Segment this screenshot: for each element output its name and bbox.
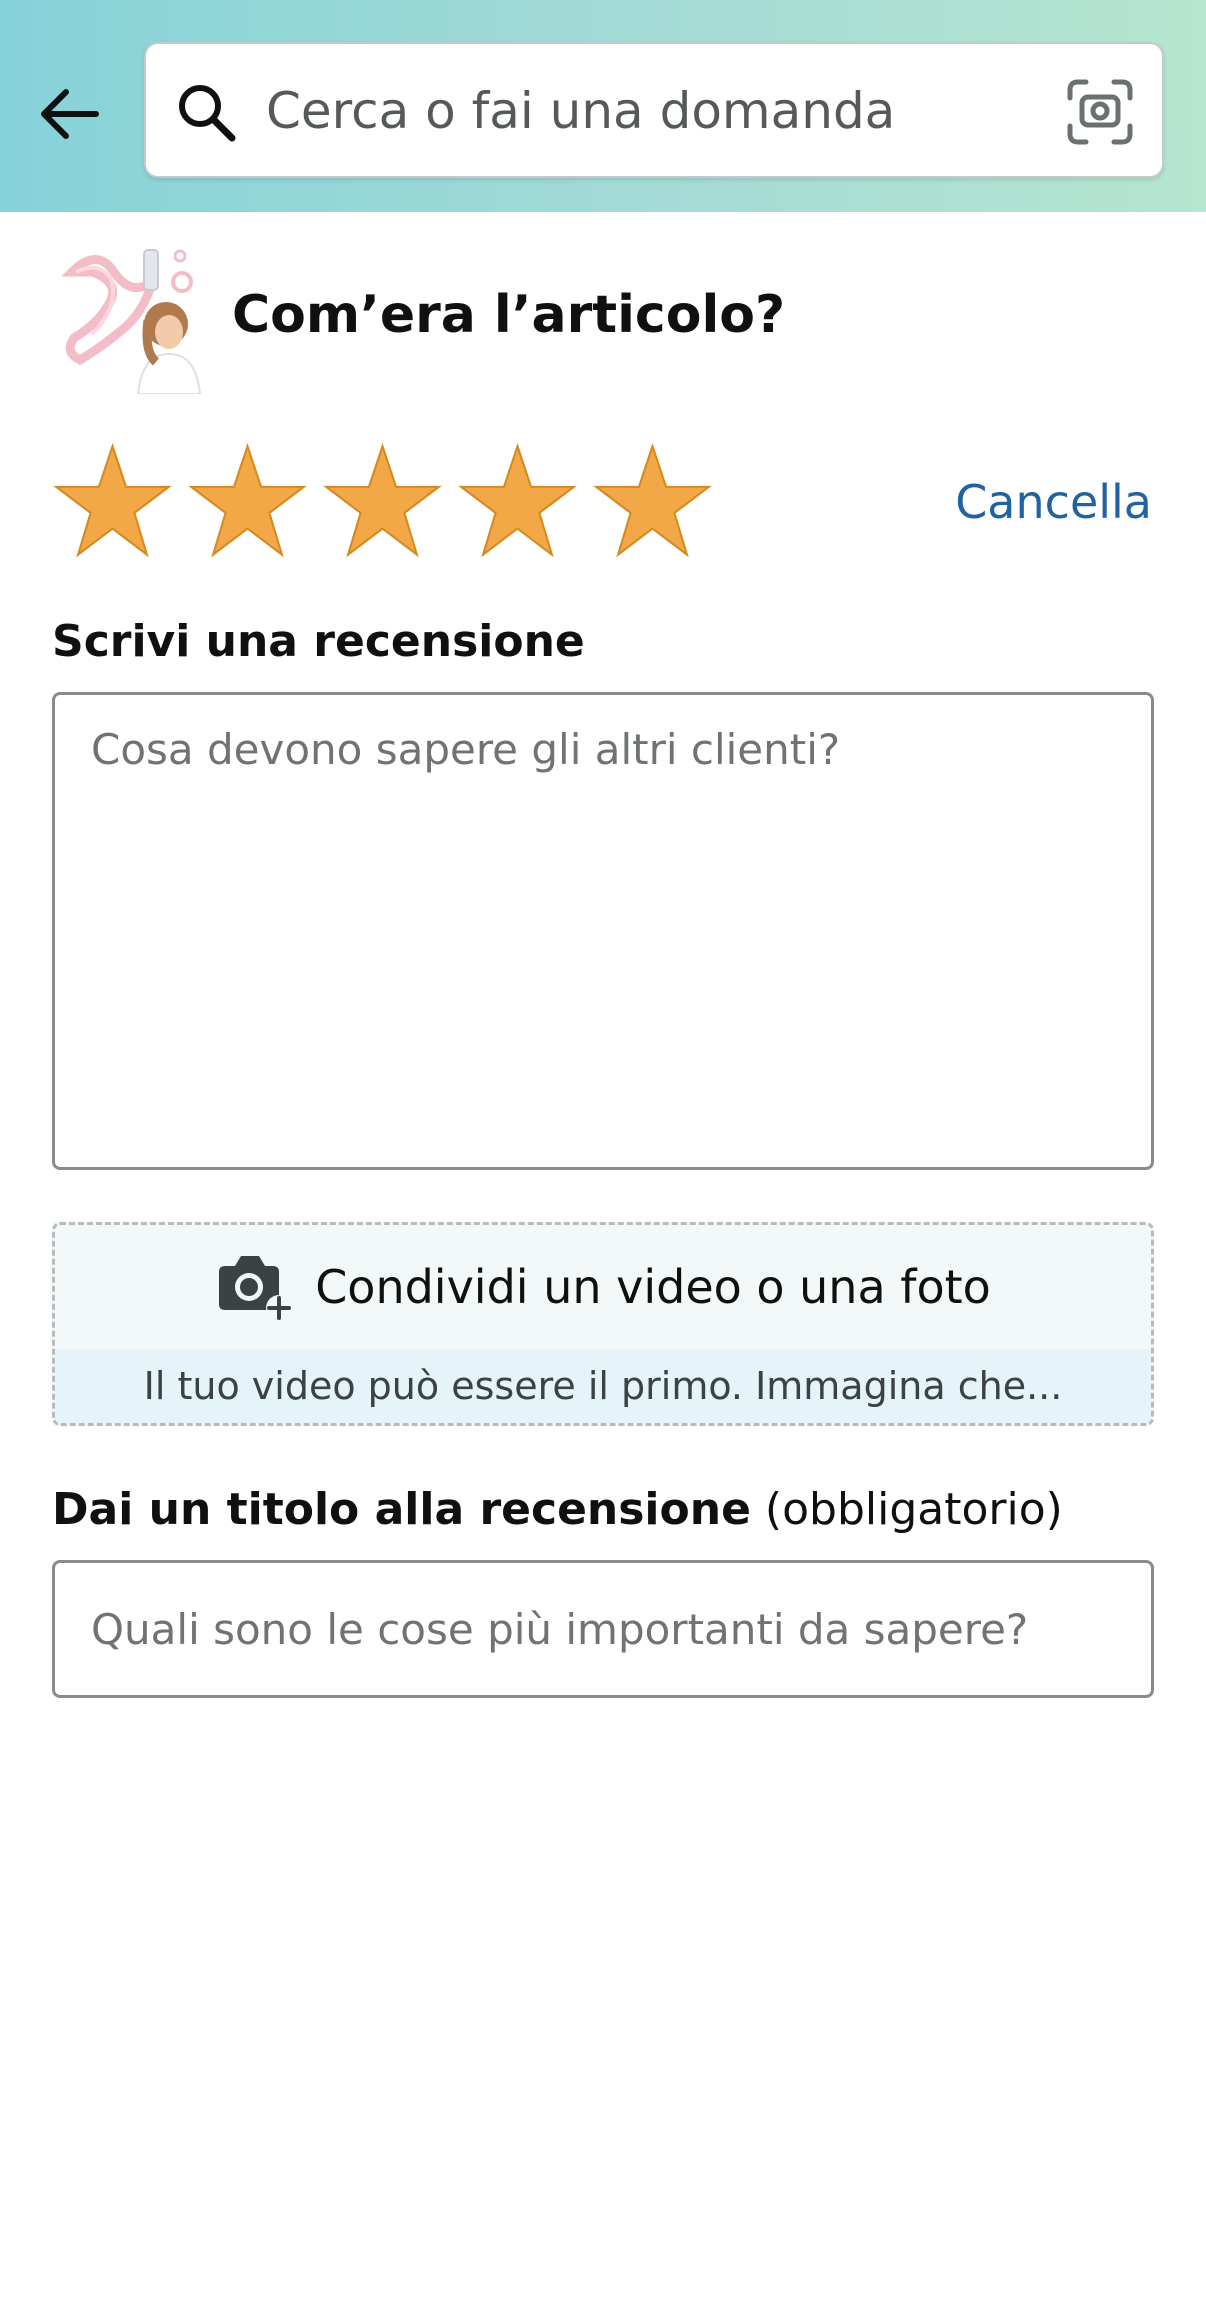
- media-upload-button[interactable]: Condividi un video o una foto Il tuo vid…: [52, 1222, 1154, 1426]
- search-bar[interactable]: [144, 42, 1164, 178]
- back-button[interactable]: [34, 78, 106, 150]
- headline-label-text: Dai un titolo alla recensione: [52, 1484, 751, 1535]
- review-label-text: Scrivi una recensione: [52, 616, 585, 667]
- review-textarea[interactable]: [52, 692, 1154, 1170]
- star-icon-4[interactable]: [455, 440, 580, 565]
- star-icon-5[interactable]: [590, 440, 715, 565]
- star-icon-2[interactable]: [185, 440, 310, 565]
- search-icon: [179, 85, 236, 142]
- page-title: Com’era l’articolo?: [232, 285, 786, 345]
- camera-plus-icon: [219, 1256, 293, 1321]
- review-label: Scrivi una recensione: [52, 612, 585, 672]
- camera-scan-icon[interactable]: [1066, 78, 1134, 146]
- headline-label: Dai un titolo alla recensione (obbligato…: [52, 1480, 1063, 1540]
- media-upload-hint: Il tuo video può essere il primo. Immagi…: [55, 1349, 1151, 1423]
- top-bar: [0, 0, 1206, 212]
- media-upload-label: Condividi un video o una foto: [315, 1260, 991, 1314]
- star-icon-3[interactable]: [320, 440, 445, 565]
- arrow-left-icon: [41, 89, 99, 139]
- media-upload-row: Condividi un video o una foto: [55, 1225, 1151, 1349]
- clear-rating-link[interactable]: Cancella: [955, 472, 1152, 532]
- star-icon-1[interactable]: [50, 440, 175, 565]
- star-rating[interactable]: [50, 440, 725, 565]
- headline-required-note: (obbligatorio): [764, 1484, 1063, 1535]
- headline-input[interactable]: [52, 1560, 1154, 1698]
- search-input[interactable]: [266, 68, 1026, 154]
- product-thumbnail: [52, 242, 204, 395]
